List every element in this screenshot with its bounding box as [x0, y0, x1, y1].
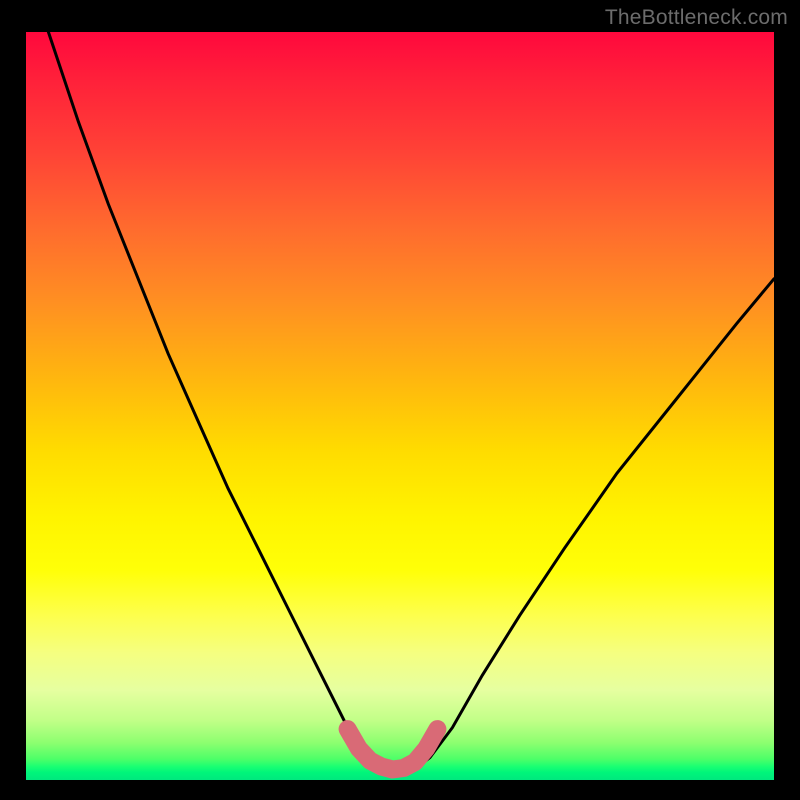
- optimal-range-highlight: [348, 729, 438, 769]
- bottleneck-curve: [48, 32, 774, 771]
- watermark-text: TheBottleneck.com: [605, 6, 788, 30]
- outer-frame: TheBottleneck.com: [0, 0, 800, 800]
- curve-svg: [26, 32, 774, 780]
- plot-area: [26, 32, 774, 780]
